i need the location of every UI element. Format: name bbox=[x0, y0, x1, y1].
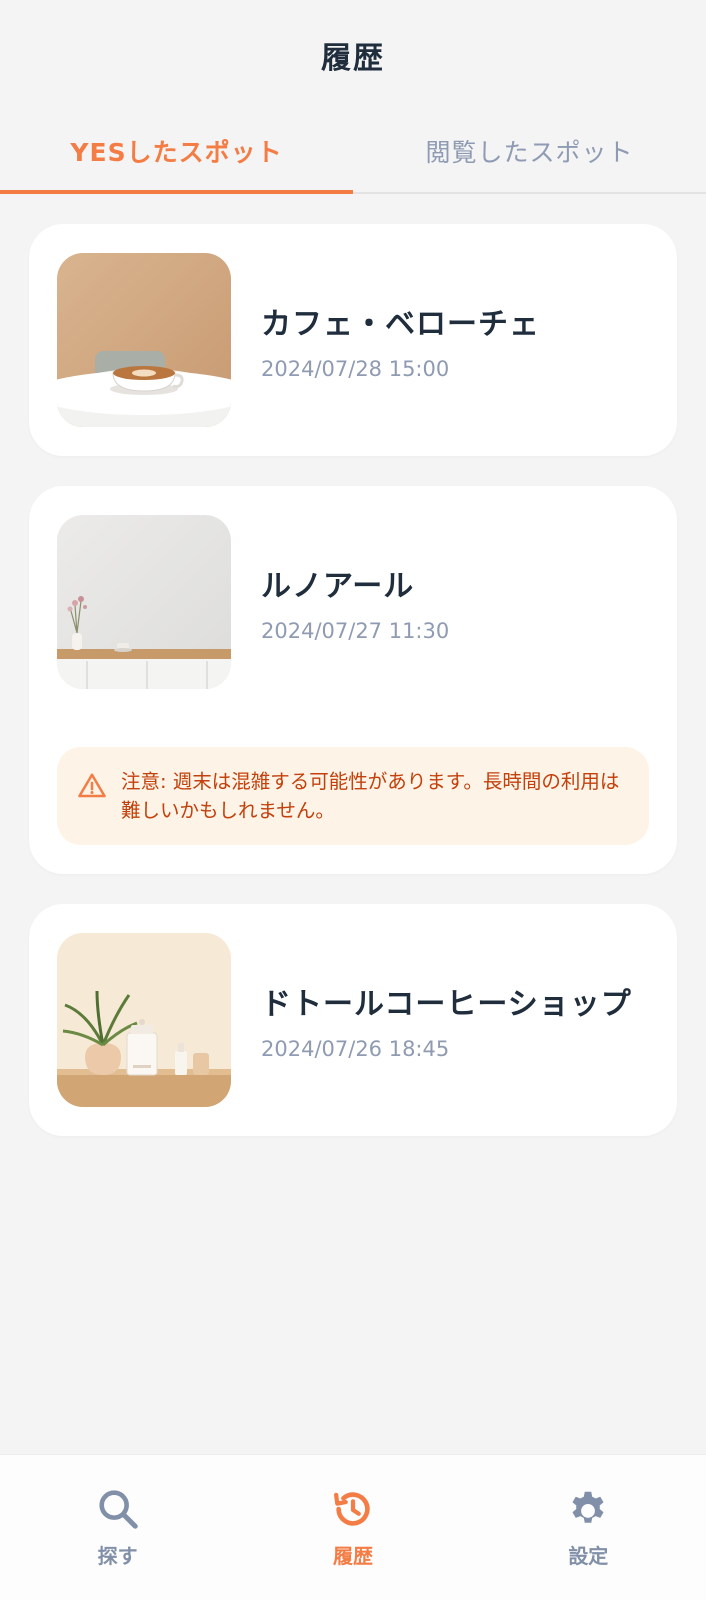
spot-card[interactable]: カフェ・ベローチェ 2024/07/28 15:00 bbox=[29, 224, 677, 456]
spot-name: ドトールコーヒーショップ bbox=[261, 987, 632, 1022]
spot-timestamp: 2024/07/26 18:45 bbox=[261, 1037, 450, 1061]
spot-card[interactable]: ドトールコーヒーショップ 2024/07/26 18:45 bbox=[29, 904, 677, 1136]
gear-icon bbox=[572, 1491, 604, 1523]
page-title: 履歴 bbox=[321, 41, 385, 76]
nav-search[interactable]: 探す bbox=[0, 1455, 235, 1600]
spot-name: ルノアール bbox=[261, 569, 415, 604]
tab-viewed-spots[interactable]: 閲覧したスポット bbox=[353, 110, 706, 192]
spot-card[interactable]: ルノアール 2024/07/27 11:30 注意: 週末は混雑する可能性があり… bbox=[29, 486, 677, 874]
tab-yes-spots[interactable]: YESしたスポット bbox=[0, 110, 353, 194]
nav-settings[interactable]: 設定 bbox=[471, 1455, 706, 1600]
nav-search-label: 探す bbox=[97, 1544, 138, 1568]
spot-name: カフェ・ベローチェ bbox=[261, 307, 540, 342]
spot-thumbnail-latte bbox=[57, 253, 231, 427]
crowd-warning-notice: 注意: 週末は混雑する可能性があります。長時間の利用は難しいかもしれません。 bbox=[57, 747, 649, 845]
spot-timestamp: 2024/07/28 15:00 bbox=[261, 357, 450, 381]
warning-text: 注意: 週末は混雑する可能性があります。長時間の利用は難しいかもしれません。 bbox=[121, 770, 620, 822]
spot-thumbnail-vase bbox=[57, 515, 231, 689]
spot-thumbnail-plant bbox=[57, 933, 231, 1107]
spot-timestamp: 2024/07/27 11:30 bbox=[261, 619, 450, 643]
nav-history-label: 履歴 bbox=[332, 1544, 373, 1568]
warning-icon bbox=[78, 773, 106, 798]
page-header: 履歴 bbox=[0, 0, 706, 110]
history-icon bbox=[334, 1492, 370, 1526]
nav-settings-label: 設定 bbox=[568, 1544, 609, 1568]
nav-history[interactable]: 履歴 bbox=[235, 1455, 470, 1600]
app-root: 履歴 YESしたスポット 閲覧したスポット カフェ・ベローチェ 2024/07/… bbox=[0, 0, 706, 1600]
search-icon bbox=[99, 1490, 138, 1529]
tab-bar: YESしたスポット 閲覧したスポット bbox=[0, 110, 706, 194]
bottom-navigation: 探す 履歴 設定 bbox=[0, 1454, 706, 1600]
spot-list: カフェ・ベローチェ 2024/07/28 15:00 ルノアール 2024/07… bbox=[0, 194, 706, 1136]
